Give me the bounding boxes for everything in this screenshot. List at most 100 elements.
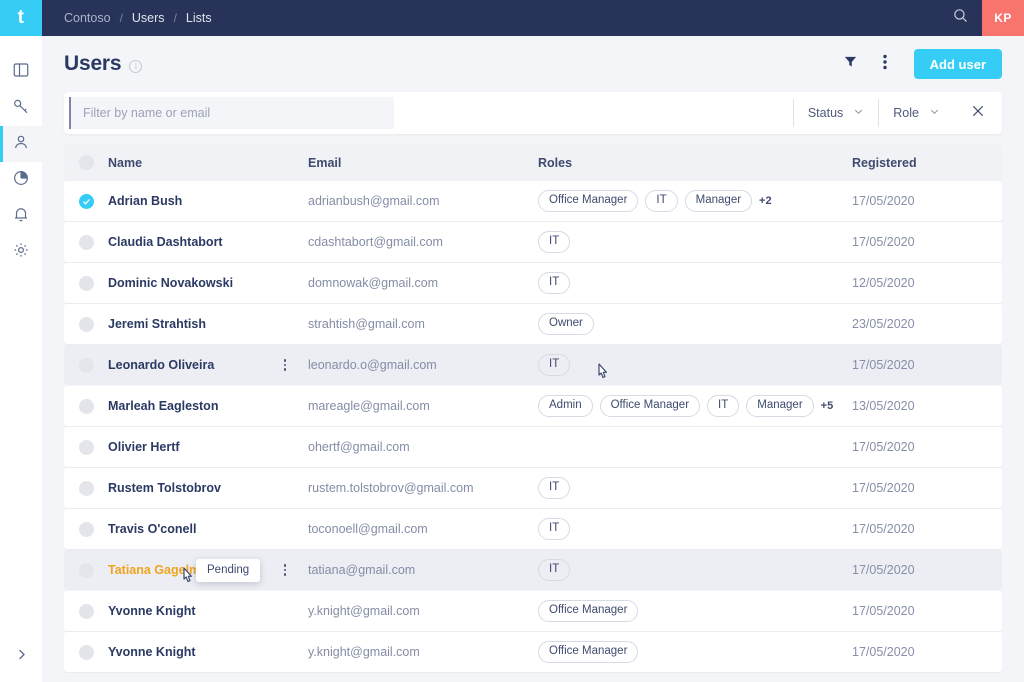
column-header-email[interactable]: Email [308, 156, 538, 170]
row-checkbox[interactable] [64, 193, 108, 209]
sidebar-item-keys[interactable] [0, 90, 42, 126]
user-name: Claudia Dashtabort [108, 235, 223, 249]
main-area: Contoso / Users / Lists KP Users i Add u… [42, 0, 1024, 682]
cell-name[interactable]: Rustem Tolstobrov [108, 481, 308, 495]
page-content: Users i Add user Filter by name or email… [42, 36, 1024, 682]
layout-icon [12, 61, 30, 84]
breadcrumb-item-1[interactable]: Users [132, 11, 165, 25]
user-name: Rustem Tolstobrov [108, 481, 221, 495]
avatar[interactable]: KP [982, 0, 1024, 36]
role-overflow-count[interactable]: +2 [759, 195, 772, 207]
app-logo[interactable]: t [0, 0, 42, 36]
cell-name[interactable]: Olivier Hertf [108, 440, 308, 454]
role-pill[interactable]: Office Manager [538, 641, 639, 663]
cell-name[interactable]: Jeremi Strahtish [108, 317, 308, 331]
search-input[interactable] [69, 97, 394, 129]
role-pill[interactable]: Office Manager [538, 190, 639, 212]
topbar: Contoso / Users / Lists KP [42, 0, 1024, 36]
row-checkbox[interactable] [64, 644, 108, 660]
checkbox-circle [78, 357, 94, 373]
avatar-initials: KP [994, 11, 1012, 25]
table-row[interactable]: Olivier Hertf ohertf@gmail.com 17/05/2020 [64, 427, 1002, 467]
row-checkbox[interactable] [64, 480, 108, 496]
role-pill[interactable]: IT [538, 477, 571, 499]
sidebar-item-dashboard[interactable] [0, 54, 42, 90]
add-user-button[interactable]: Add user [913, 49, 1002, 79]
row-checkbox[interactable] [64, 439, 108, 455]
table-row[interactable]: Leonardo Oliveira leonardo.o@gmail.com IT 1… [64, 345, 1002, 385]
chevron-right-icon [14, 647, 29, 667]
row-checkbox[interactable] [64, 603, 108, 619]
column-header-name[interactable]: Name [108, 156, 308, 170]
role-pill[interactable]: IT [645, 190, 678, 212]
table-row[interactable]: Travis O'conell toconoell@gmail.com IT 17/0… [64, 509, 1002, 549]
status-dropdown-label: Status [807, 106, 844, 120]
breadcrumb-item-2[interactable]: Lists [186, 11, 212, 25]
column-header-roles[interactable]: Roles [538, 156, 852, 170]
cell-email: domnowak@gmail.com [308, 276, 439, 290]
cell-name[interactable]: Travis O'conell [108, 522, 308, 536]
table-row[interactable]: Yvonne Knight y.knight@gmail.com Office Ma… [64, 632, 1002, 672]
role-pill[interactable]: Office Manager [599, 395, 701, 417]
role-pill[interactable]: IT [538, 518, 571, 540]
info-icon[interactable]: i [129, 59, 143, 73]
cell-registered: 17/05/2020 [852, 645, 915, 659]
role-pill[interactable]: Admin [538, 395, 593, 417]
search-button[interactable] [938, 0, 982, 36]
sidebar-expand-button[interactable] [0, 642, 42, 672]
filter-button[interactable] [836, 49, 866, 79]
role-pill[interactable]: Manager [746, 395, 814, 417]
row-checkbox[interactable] [64, 234, 108, 250]
bell-icon [12, 205, 30, 228]
row-checkbox[interactable] [64, 316, 108, 332]
table-row[interactable]: Dominic Novakowski domnowak@gmail.com IT 12… [64, 263, 1002, 303]
sidebar-item-notifications[interactable] [0, 198, 42, 234]
status-dropdown[interactable]: Status [792, 99, 878, 127]
cell-name[interactable]: Yvonne Knight [108, 645, 308, 659]
clear-filters-button[interactable] [954, 92, 1002, 134]
user-name: Yvonne Knight [108, 645, 196, 659]
row-menu-button[interactable] [276, 359, 294, 371]
sidebar-item-settings[interactable] [0, 234, 42, 270]
row-checkbox[interactable] [64, 562, 108, 578]
table-row[interactable]: Rustem Tolstobrov rustem.tolstobrov@gmail… [64, 468, 1002, 508]
cell-name[interactable]: Adrian Bush [108, 194, 308, 208]
cell-roles: IT [538, 559, 852, 581]
role-pill[interactable]: IT [538, 559, 571, 581]
cell-name[interactable]: Yvonne Knight [108, 604, 308, 618]
sidebar-item-reports[interactable] [0, 162, 42, 198]
breadcrumb-item-0[interactable]: Contoso [64, 11, 111, 25]
cell-email: y.knight@gmail.com [308, 604, 420, 618]
column-header-registered[interactable]: Registered [852, 156, 1002, 170]
role-pill[interactable]: IT [538, 231, 571, 253]
role-pill[interactable]: IT [538, 354, 571, 376]
cell-email: mareagle@gmail.com [308, 399, 430, 413]
cell-registered: 17/05/2020 [852, 604, 915, 618]
cell-name[interactable]: Claudia Dashtabort [108, 235, 308, 249]
role-pill[interactable]: IT [538, 272, 571, 294]
more-options-button[interactable] [870, 49, 900, 79]
cell-registered: 17/05/2020 [852, 481, 915, 495]
table-row[interactable]: Jeremi Strahtish strahtish@gmail.com Owner… [64, 304, 1002, 344]
row-checkbox[interactable] [64, 275, 108, 291]
cell-name[interactable]: Leonardo Oliveira [108, 358, 308, 372]
table-row[interactable]: Yvonne Knight y.knight@gmail.com Office Ma… [64, 591, 1002, 631]
table-row[interactable]: Adrian Bush adrianbush@gmail.com Office Ma… [64, 181, 1002, 221]
row-checkbox[interactable] [64, 357, 108, 373]
cell-name[interactable]: Marleah Eagleston [108, 399, 308, 413]
row-checkbox[interactable] [64, 398, 108, 414]
role-pill[interactable]: Office Manager [538, 600, 639, 622]
select-all-checkbox[interactable] [64, 155, 108, 170]
row-checkbox[interactable] [64, 521, 108, 537]
role-pill[interactable]: Owner [538, 313, 594, 335]
cell-name[interactable]: Dominic Novakowski [108, 276, 308, 290]
sidebar-item-users[interactable] [0, 126, 42, 162]
role-dropdown[interactable]: Role [878, 99, 954, 127]
table-row[interactable]: Marleah Eagleston mareagle@gmail.com Admin… [64, 386, 1002, 426]
table-row[interactable]: Claudia Dashtabort cdashtabort@gmail.com I… [64, 222, 1002, 262]
role-overflow-count[interactable]: +5 [821, 400, 834, 412]
role-pill[interactable]: IT [707, 395, 740, 417]
cell-registered: 17/05/2020 [852, 235, 915, 249]
row-menu-button[interactable] [276, 564, 294, 576]
role-pill[interactable]: Manager [684, 190, 753, 212]
